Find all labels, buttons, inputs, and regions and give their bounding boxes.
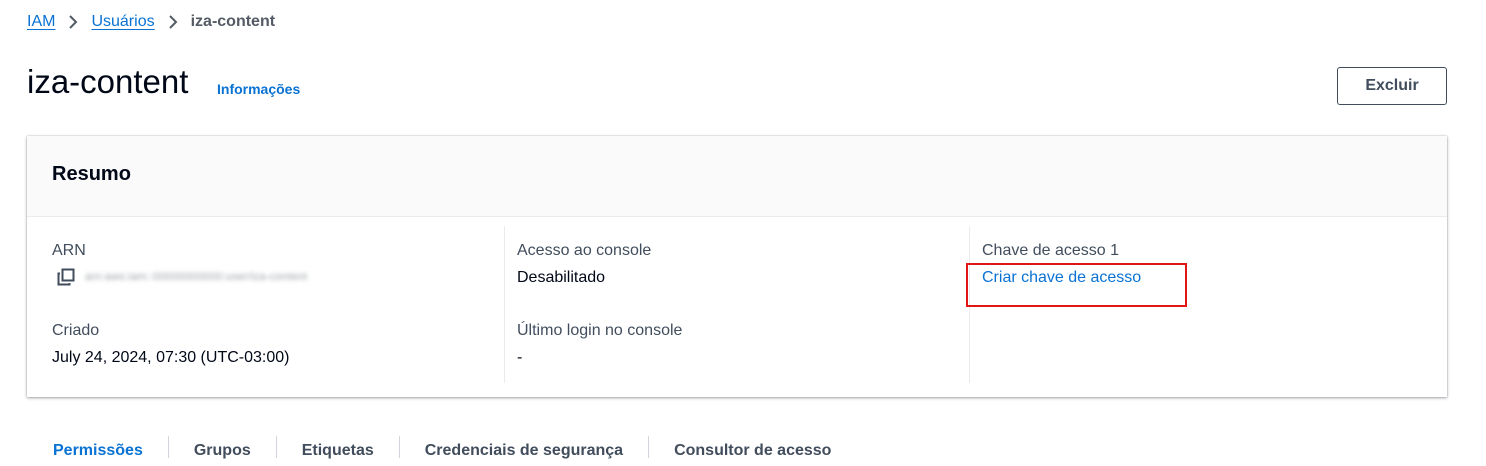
highlight-annotation-box (966, 263, 1187, 307)
created-label: Criado (52, 322, 100, 339)
summary-title: Resumo (52, 163, 131, 185)
tab-permissoes[interactable]: Permissões (27, 436, 168, 466)
tab-credenciais[interactable]: Credenciais de segurança (400, 436, 648, 466)
console-access-label: Acesso ao console (517, 242, 652, 259)
column-divider (504, 226, 505, 383)
arn-value: arn:aws:iam::00000000000:user/iza-conten… (85, 271, 308, 283)
copy-icon[interactable] (57, 268, 75, 286)
last-login-label: Último login no console (517, 322, 683, 339)
breadcrumb-current: iza-content (190, 13, 276, 30)
arn-row: arn:aws:iam::00000000000:user/iza-conten… (57, 268, 307, 286)
page-title: iza-content (27, 63, 189, 100)
arn-label: ARN (52, 242, 86, 259)
chevron-right-icon (68, 14, 78, 30)
breadcrumb-users-link[interactable]: Usuários (91, 13, 154, 31)
console-access-value: Desabilitado (517, 269, 606, 286)
info-link[interactable]: Informações (217, 81, 300, 97)
tab-grupos[interactable]: Grupos (169, 436, 276, 466)
created-value: July 24, 2024, 07:30 (UTC-03:00) (52, 349, 290, 366)
access-key-label: Chave de acesso 1 (982, 242, 1119, 259)
chevron-right-icon (168, 14, 178, 30)
breadcrumb: IAM Usuários iza-content (27, 11, 275, 33)
last-login-value: - (517, 349, 523, 366)
tab-consultor[interactable]: Consultor de acesso (649, 436, 856, 466)
tab-etiquetas[interactable]: Etiquetas (277, 436, 399, 466)
tab-bar: Permissões Grupos Etiquetas Credenciais … (27, 436, 856, 466)
delete-button[interactable]: Excluir (1337, 67, 1447, 105)
summary-card-header: Resumo (27, 136, 1447, 217)
summary-card: Resumo ARN arn:aws:iam::00000000000:user… (27, 136, 1447, 397)
breadcrumb-iam-link[interactable]: IAM (27, 13, 55, 31)
